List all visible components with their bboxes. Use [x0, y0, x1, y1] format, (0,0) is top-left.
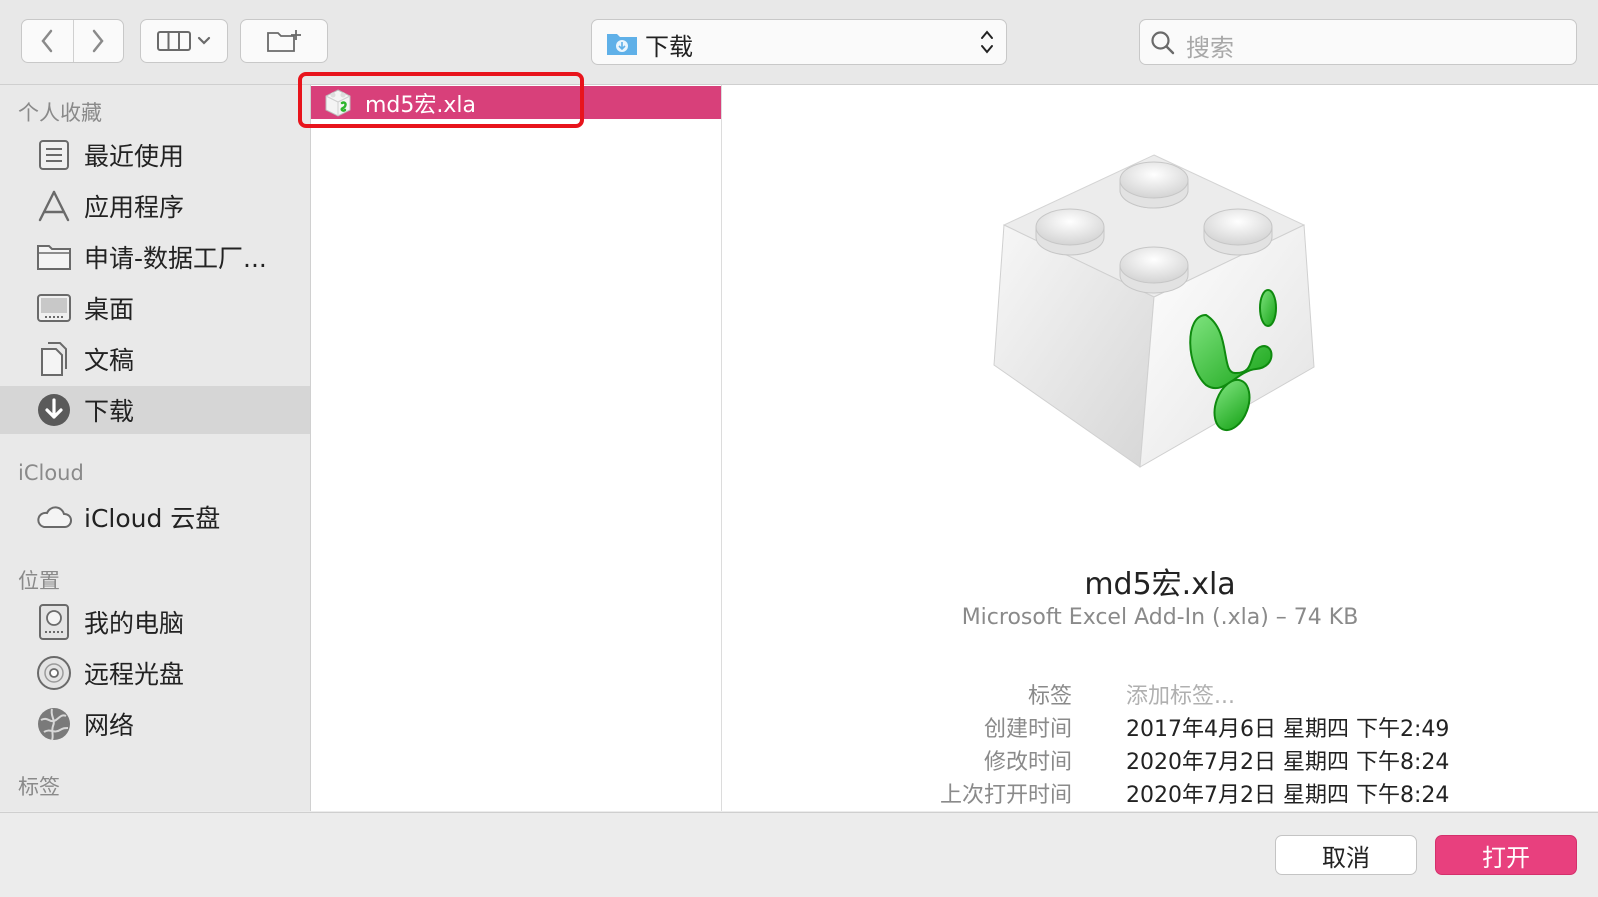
cancel-button[interactable]: 取消	[1275, 835, 1417, 875]
columns-view-icon	[157, 31, 191, 51]
sidebar-item-label: 申请-数据工厂...	[84, 244, 267, 273]
highlight-box	[298, 72, 584, 128]
recents-icon	[34, 135, 74, 175]
sidebar-item-icloud-drive[interactable]: iCloud 云盘	[0, 493, 310, 541]
section-tags: 标签	[18, 775, 60, 799]
chevron-down-icon	[197, 36, 211, 45]
sidebar-item-label: 下载	[84, 397, 135, 426]
chevron-right-icon	[92, 29, 104, 53]
documents-icon	[34, 339, 74, 379]
sidebar-item-remote-disc[interactable]: 远程光盘	[0, 649, 310, 697]
sidebar-item-folder[interactable]: 申请-数据工厂...	[0, 233, 310, 281]
back-button[interactable]	[22, 20, 73, 62]
excel-addin-large-icon	[993, 154, 1315, 468]
toolbar: 下载 搜索	[0, 0, 1598, 85]
meta-value-modified: 2020年7月2日 星期四 下午8:24	[1126, 750, 1450, 775]
sidebar-item-downloads[interactable]: 下载	[0, 386, 310, 434]
disc-icon	[34, 653, 74, 693]
new-folder-icon	[267, 30, 301, 52]
sidebar: 个人收藏 最近使用 应用程序 申请-数据工厂... 桌面 文稿 下载 iClou…	[0, 85, 311, 811]
sidebar-item-label: 网络	[84, 711, 135, 740]
meta-label-last-opened: 上次打开时间	[939, 783, 1072, 808]
cloud-icon	[34, 497, 74, 537]
meta-value-created: 2017年4月6日 星期四 下午2:49	[1126, 717, 1450, 742]
updown-chevron-icon	[981, 30, 993, 54]
chevron-left-icon	[41, 29, 53, 53]
forward-button[interactable]	[73, 20, 124, 62]
sidebar-item-my-computer[interactable]: 我的电脑	[0, 598, 310, 646]
meta-value-last-opened: 2020年7月2日 星期四 下午8:24	[1126, 783, 1450, 808]
search-field[interactable]: 搜索	[1139, 19, 1577, 65]
back-forward-control	[21, 19, 124, 63]
sidebar-item-applications[interactable]: 应用程序	[0, 182, 310, 230]
preview-file-name: md5宏.xla	[1084, 567, 1236, 602]
new-folder-button[interactable]	[240, 19, 328, 63]
sidebar-item-label: 应用程序	[84, 193, 185, 222]
preview-kind-size: Microsoft Excel Add-In (.xla) – 74 KB	[961, 605, 1359, 630]
sidebar-item-recents[interactable]: 最近使用	[0, 131, 310, 179]
hard-drive-icon	[34, 602, 74, 642]
section-icloud: iCloud	[18, 461, 84, 485]
search-icon	[1151, 31, 1175, 55]
meta-label-modified: 修改时间	[983, 750, 1072, 775]
sidebar-item-label: 远程光盘	[84, 660, 185, 689]
applications-icon	[34, 186, 74, 226]
meta-label-created: 创建时间	[983, 717, 1072, 742]
open-button[interactable]: 打开	[1435, 835, 1577, 875]
downloads-folder-icon	[607, 34, 637, 55]
sidebar-item-label: 最近使用	[84, 142, 185, 171]
path-popup[interactable]: 下载	[591, 19, 1007, 65]
bottom-bar: 取消 打开	[0, 812, 1598, 897]
folder-icon	[34, 237, 74, 277]
sidebar-item-label: 我的电脑	[84, 609, 185, 638]
section-favorites: 个人收藏	[18, 101, 102, 125]
downloads-icon	[34, 390, 74, 430]
sidebar-item-network[interactable]: 网络	[0, 700, 310, 748]
sidebar-item-label: 文稿	[84, 346, 135, 375]
desktop-icon	[34, 288, 74, 328]
file-column: md5宏.xla	[311, 85, 722, 811]
network-icon	[34, 704, 74, 744]
sidebar-item-label: iCloud 云盘	[84, 504, 221, 533]
meta-label-tags: 标签	[1027, 684, 1072, 709]
section-locations: 位置	[18, 569, 60, 593]
sidebar-item-label: 桌面	[84, 295, 135, 324]
sidebar-item-desktop[interactable]: 桌面	[0, 284, 310, 332]
view-mode-button[interactable]	[140, 19, 228, 63]
search-placeholder: 搜索	[1186, 34, 1234, 62]
preview-pane: md5宏.xla Microsoft Excel Add-In (.xla) –…	[722, 85, 1598, 811]
path-label: 下载	[645, 33, 693, 61]
sidebar-item-documents[interactable]: 文稿	[0, 335, 310, 383]
divider	[73, 20, 74, 62]
tags-field[interactable]: 添加标签...	[1126, 678, 1235, 710]
